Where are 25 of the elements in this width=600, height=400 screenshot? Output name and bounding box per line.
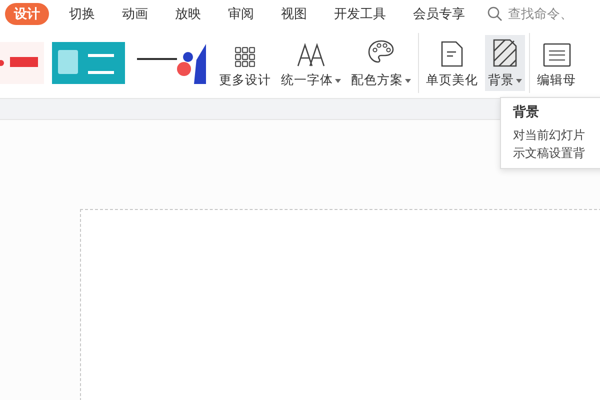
grid-icon [235, 47, 255, 67]
ribbon-tab[interactable]: 动画 [115, 3, 155, 25]
ribbon-tab[interactable]: 视图 [274, 3, 314, 25]
ribbon-tab[interactable]: 审阅 [221, 3, 261, 25]
ribbon-button[interactable]: 更多设计 [216, 35, 274, 91]
tooltip-title: 背景 [513, 104, 540, 122]
tooltip-text: 示文稿设置背 [513, 145, 586, 162]
design-template-thumbnail[interactable] [0, 42, 44, 84]
ribbon-button[interactable]: 统一字体 [278, 35, 344, 91]
ribbon-button[interactable]: 编辑母 [534, 35, 579, 91]
font-icon [297, 43, 325, 67]
hatched-page-icon [493, 39, 517, 67]
ribbon-tab[interactable]: 会员专享 [406, 3, 472, 25]
ribbon-tab[interactable]: 开发工具 [327, 3, 393, 25]
tooltip-text: 对当前幻灯片 [513, 127, 586, 144]
ribbon-button[interactable]: 背景 [485, 35, 525, 91]
slide-layout-icon [542, 43, 570, 67]
ribbon-tab[interactable]: 切换 [62, 3, 102, 25]
search-field[interactable]: 查找命令、 [487, 6, 590, 22]
ribbon-button[interactable]: 配色方案 [348, 35, 414, 91]
design-template-thumbnail[interactable] [52, 42, 125, 84]
search-icon [487, 6, 503, 22]
page-icon [441, 41, 463, 67]
ribbon-tab[interactable]: 放映 [168, 3, 208, 25]
ribbon-button[interactable]: 单页美化 [423, 35, 481, 91]
